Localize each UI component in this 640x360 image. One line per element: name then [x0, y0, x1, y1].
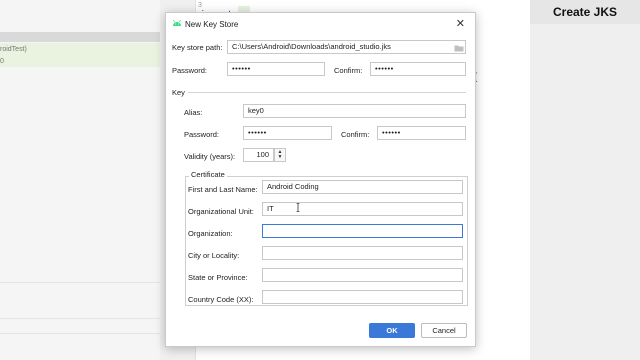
country-code-field[interactable] [262, 290, 463, 304]
chevron-down-icon[interactable]: ▼ [278, 155, 283, 160]
org-unit-field[interactable]: IT [262, 202, 463, 216]
project-tree-item[interactable]: roidTest) [0, 46, 27, 53]
organization-field[interactable] [262, 224, 463, 238]
divider [0, 282, 160, 283]
password-label: Password: [172, 66, 208, 75]
organization-label: Organization: [188, 229, 233, 238]
key-store-path-label: Key store path: [172, 43, 223, 52]
project-panel: roidTest) 0 [0, 0, 160, 360]
close-icon[interactable]: ✕ [456, 17, 465, 30]
divider [0, 318, 160, 319]
state-field[interactable] [262, 268, 463, 282]
android-icon [173, 19, 181, 26]
password-field[interactable]: •••••• [227, 62, 325, 76]
certificate-group [185, 176, 468, 306]
text-cursor-icon [296, 203, 300, 212]
key-confirm-field[interactable]: •••••• [377, 126, 466, 140]
certificate-legend: Certificate [189, 170, 227, 179]
key-section-label: Key [172, 88, 185, 97]
state-label: State or Province: [188, 273, 248, 282]
confirm-field[interactable]: •••••• [370, 62, 466, 76]
alias-field[interactable]: key0 [243, 104, 466, 118]
validity-field[interactable]: 100 [243, 148, 274, 162]
key-confirm-label: Confirm: [341, 130, 370, 139]
line-number: 3 [198, 2, 202, 9]
key-section-divider [188, 92, 466, 93]
city-field[interactable] [262, 246, 463, 260]
country-code-label: Country Code (XX): [188, 295, 254, 304]
key-store-path-field[interactable]: C:\Users\Android\Downloads\android_studi… [227, 40, 466, 54]
alias-label: Alias: [184, 108, 203, 117]
panel-header-band [0, 32, 160, 42]
folder-icon[interactable] [454, 44, 464, 52]
right-panel [530, 0, 640, 360]
first-last-name-field[interactable]: Android Coding [262, 180, 463, 194]
ok-button[interactable]: OK [369, 323, 415, 338]
key-password-label: Password: [184, 130, 220, 139]
org-unit-label: Organizational Unit: [188, 207, 254, 216]
dialog-title: New Key Store [185, 20, 239, 29]
cancel-button[interactable]: Cancel [421, 323, 467, 338]
validity-label: Validity (years): [184, 152, 236, 161]
project-tree-item[interactable]: 0 [0, 58, 4, 65]
city-label: City or Locality: [188, 251, 240, 260]
first-last-name-label: First and Last Name: [188, 185, 258, 194]
dialog-title-bar: New Key Store ✕ [166, 13, 475, 35]
confirm-label: Confirm: [334, 66, 363, 75]
validity-stepper[interactable]: ▲ ▼ [274, 148, 286, 162]
key-password-field[interactable]: •••••• [243, 126, 332, 140]
divider [0, 333, 160, 334]
video-caption-label: Create JKS [530, 0, 640, 24]
